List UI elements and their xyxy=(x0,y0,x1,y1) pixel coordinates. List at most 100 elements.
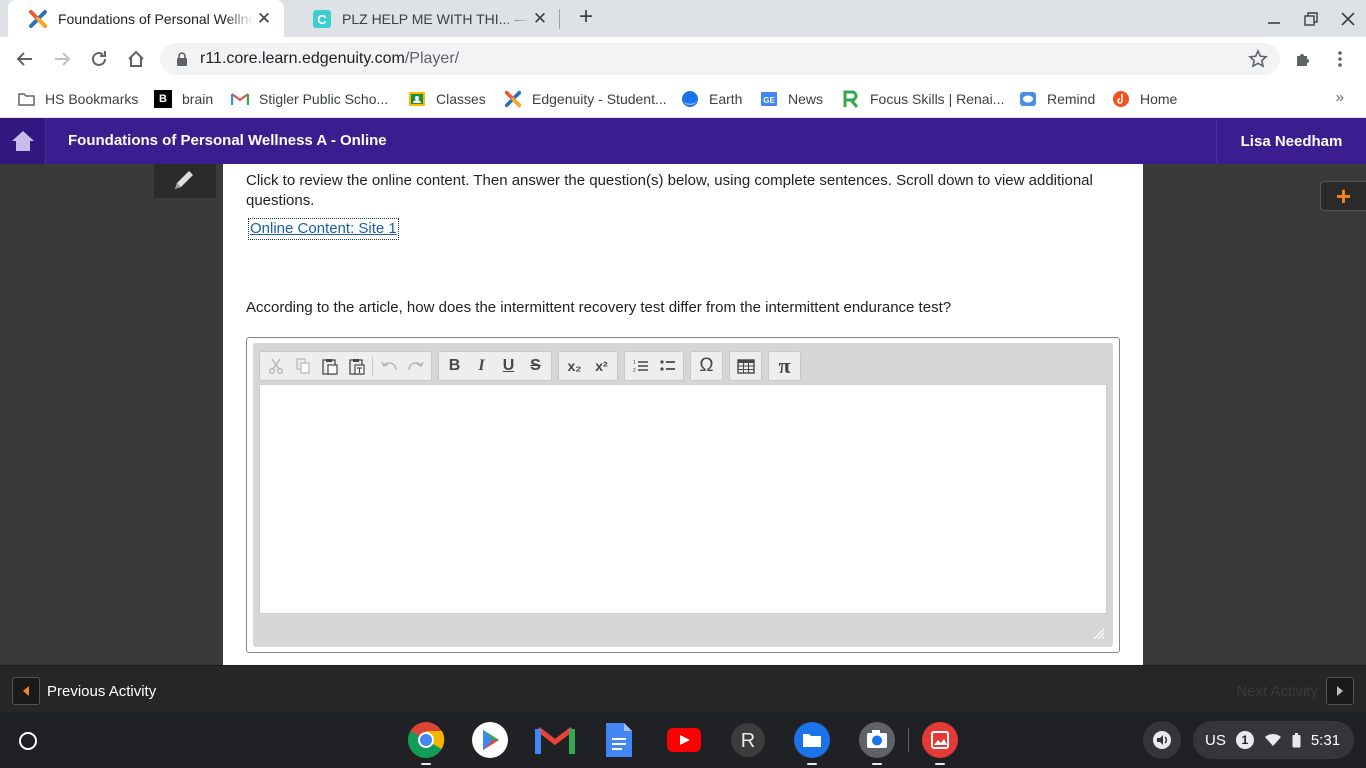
redo-icon[interactable] xyxy=(402,353,429,379)
docs-icon[interactable] xyxy=(599,720,639,760)
undo-icon[interactable] xyxy=(375,353,402,379)
next-activity-button[interactable] xyxy=(1326,677,1354,705)
gmail-app-icon[interactable] xyxy=(535,720,575,760)
play-store-icon[interactable] xyxy=(470,720,510,760)
reload-icon[interactable] xyxy=(85,45,113,73)
special-char-button[interactable]: Ω xyxy=(693,353,720,379)
youtube-icon[interactable] xyxy=(664,720,704,760)
bookmark-hs-bookmarks[interactable]: HS Bookmarks xyxy=(17,87,138,111)
running-indicator xyxy=(807,763,817,765)
bookmark-label: Remind xyxy=(1047,91,1096,107)
bookmark-classes[interactable]: Classes xyxy=(408,87,486,111)
more-bookmarks-button[interactable]: » xyxy=(1336,89,1344,106)
bookmark-news[interactable]: GE News xyxy=(760,87,823,111)
minimize-icon[interactable] xyxy=(1255,0,1292,37)
launcher-button[interactable] xyxy=(9,722,47,760)
copy-icon[interactable] xyxy=(289,353,316,379)
folder-icon xyxy=(17,90,35,108)
menu-kebab-icon[interactable] xyxy=(1326,45,1354,73)
italic-button[interactable]: I xyxy=(468,353,495,379)
restore-icon[interactable] xyxy=(1292,0,1329,37)
paste-text-icon[interactable] xyxy=(343,353,370,379)
bookmark-label: brain xyxy=(182,91,214,107)
superscript-button[interactable]: x² xyxy=(588,353,615,379)
course-home-button[interactable] xyxy=(0,118,46,164)
editor-toolbar: B I U S x₂ x² 12 Ω π xyxy=(253,343,1113,383)
resize-handle-icon[interactable] xyxy=(1093,627,1105,640)
subscript-button[interactable]: x₂ xyxy=(561,353,588,379)
bookmark-remind[interactable]: Remind xyxy=(1019,87,1095,111)
edgenuity-x-icon xyxy=(28,9,48,29)
toolbar-separator xyxy=(372,356,373,376)
bulleted-list-icon[interactable] xyxy=(654,353,681,379)
camera-icon[interactable] xyxy=(857,720,897,765)
accessibility-tray-button[interactable] xyxy=(1143,721,1181,759)
launcher-circle-icon xyxy=(19,732,37,750)
url-host: r11.core.learn.edgenuity.com xyxy=(200,50,405,67)
math-pi-button[interactable]: π xyxy=(771,353,798,379)
classroom-icon xyxy=(408,90,426,108)
forward-icon[interactable] xyxy=(48,45,76,73)
notes-pencil-button[interactable] xyxy=(154,164,216,198)
activity-stage: + Click to review the online content. Th… xyxy=(0,164,1366,665)
ime-indicator: US xyxy=(1205,731,1226,749)
tab-edgenuity[interactable]: Foundations of Personal Wellness A - Onl… xyxy=(8,0,284,37)
answer-input[interactable] xyxy=(259,384,1107,614)
status-tray[interactable]: US 1 5:31 xyxy=(1193,721,1354,759)
tab-quizlet[interactable]: C PLZ HELP ME WITH THI... — Quetzal ✕ xyxy=(292,0,560,37)
bookmark-label: Stigler Public Scho... xyxy=(259,91,389,107)
close-window-icon[interactable] xyxy=(1329,0,1366,37)
shelf-separator xyxy=(908,728,909,752)
gmail-icon xyxy=(231,90,249,108)
numbered-list-icon[interactable]: 12 xyxy=(627,353,654,379)
course-title: Foundations of Personal Wellness A - Onl… xyxy=(68,132,387,149)
bookmark-edgenuity[interactable]: Edgenuity - Student... xyxy=(504,87,667,111)
previous-activity-button[interactable] xyxy=(12,677,40,705)
bookmark-label: Edgenuity - Student... xyxy=(532,91,667,107)
close-tab-icon[interactable]: ✕ xyxy=(254,9,274,29)
files-icon[interactable] xyxy=(792,720,832,765)
bookmark-label: Focus Skills | Renai... xyxy=(870,91,1005,107)
pencil-icon xyxy=(175,171,193,189)
bookmark-focus-skills[interactable]: Focus Skills | Renai... xyxy=(842,87,1004,111)
r-app-letter: R xyxy=(741,730,755,752)
bookmark-star-icon[interactable] xyxy=(1248,49,1268,69)
user-name[interactable]: Lisa Needham xyxy=(1216,118,1366,164)
select-to-speak-icon xyxy=(1153,731,1171,749)
strikethrough-button[interactable]: S xyxy=(522,353,549,379)
bookmark-label: Home xyxy=(1140,91,1178,107)
close-tab-icon[interactable]: ✕ xyxy=(530,9,550,29)
underline-button[interactable]: U xyxy=(495,353,522,379)
cut-icon[interactable] xyxy=(262,353,289,379)
gallery-icon[interactable] xyxy=(920,720,960,765)
tab-title: Foundations of Personal Wellness A - Onl… xyxy=(58,10,254,27)
bold-button[interactable]: B xyxy=(441,353,468,379)
home-icon[interactable] xyxy=(122,45,150,73)
r-app-icon[interactable]: R xyxy=(728,720,768,760)
instructions-text: Click to review the online content. Then… xyxy=(246,172,1093,209)
script-group: x₂ x² xyxy=(558,351,618,381)
back-icon[interactable] xyxy=(11,45,39,73)
bookmark-label: Classes xyxy=(436,91,486,107)
bookmark-earth[interactable]: Earth xyxy=(681,87,742,111)
previous-arrow-icon xyxy=(23,686,29,696)
table-icon[interactable] xyxy=(732,353,759,379)
new-tab-button[interactable]: + xyxy=(574,5,598,30)
expand-plus-button[interactable]: + xyxy=(1320,181,1366,211)
earth-icon xyxy=(681,90,699,108)
bookmark-home[interactable]: Home xyxy=(1112,87,1177,111)
previous-activity-label[interactable]: Previous Activity xyxy=(47,683,156,700)
wifi-icon xyxy=(1264,733,1281,746)
content-page: Click to review the online content. Then… xyxy=(223,164,1143,665)
extensions-puzzle-icon[interactable] xyxy=(1289,45,1317,73)
online-content-link[interactable]: Online Content: Site 1 xyxy=(248,218,399,240)
bookmark-brain[interactable]: B brain xyxy=(154,87,213,111)
next-activity-label: Next Activity xyxy=(1236,683,1318,700)
bookmark-stigler[interactable]: Stigler Public Scho... xyxy=(231,87,388,111)
svg-text:C: C xyxy=(317,12,327,27)
address-bar[interactable]: r11.core.learn.edgenuity.com/Player/ xyxy=(160,43,1280,75)
lock-icon[interactable] xyxy=(176,52,188,66)
quizlet-icon: C xyxy=(312,9,332,29)
chrome-icon[interactable] xyxy=(406,720,446,765)
paste-icon[interactable] xyxy=(316,353,343,379)
